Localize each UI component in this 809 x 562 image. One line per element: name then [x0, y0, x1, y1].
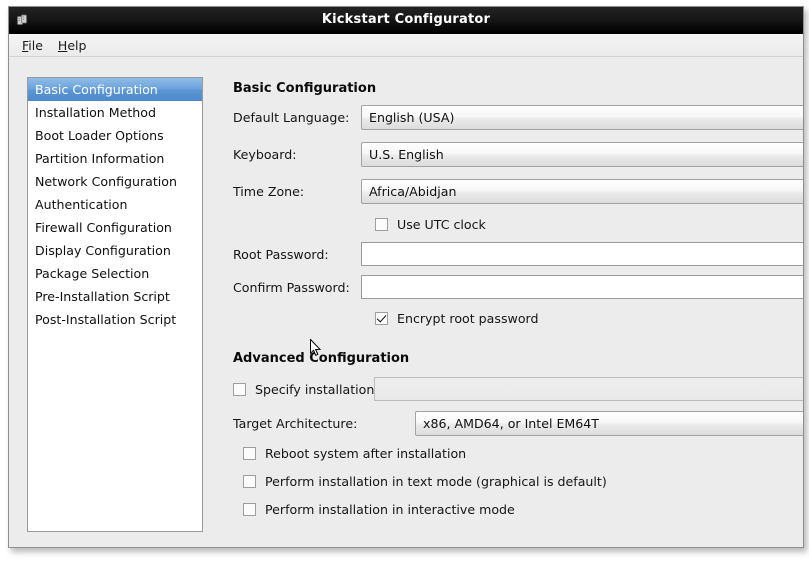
interactive-mode-installation-row: Perform installation in interactive mode	[243, 499, 515, 519]
specify-installation-key-checkbox[interactable]	[233, 382, 246, 396]
interactive-mode-installation-checkbox[interactable]	[243, 502, 256, 516]
default-language-row: Default Language: English (USA)	[215, 104, 803, 130]
sidebar-item-boot-loader-options[interactable]: Boot Loader Options	[28, 124, 202, 147]
basic-configuration-heading: Basic Configuration	[233, 81, 377, 96]
window-title: Kickstart Configurator	[321, 12, 491, 27]
sidebar-item-network-configuration[interactable]: Network Configuration	[28, 170, 202, 193]
time-zone-row: Time Zone: Africa/Abidjan	[215, 178, 803, 204]
menu-file[interactable]: File	[16, 36, 52, 55]
use-utc-clock-checkbox[interactable]	[375, 217, 388, 231]
root-password-label: Root Password:	[233, 246, 329, 262]
kickstart-configurator-window: Kickstart Configurator File Help Basic C…	[8, 6, 804, 548]
menu-help[interactable]: Help	[52, 36, 96, 55]
target-architecture-label: Target Architecture:	[233, 415, 358, 431]
interactive-mode-installation-label[interactable]: Perform installation in interactive mode	[265, 502, 515, 517]
reboot-after-installation-checkbox[interactable]	[243, 446, 256, 460]
sidebar-item-authentication[interactable]: Authentication	[28, 193, 202, 216]
target-architecture-row: Target Architecture: x86, AMD64, or Inte…	[215, 410, 803, 436]
keyboard-combobox[interactable]: U.S. English	[361, 141, 803, 167]
specify-installation-key-row: Specify installation key:	[215, 376, 803, 402]
time-zone-combobox[interactable]: Africa/Abidjan	[361, 178, 803, 204]
default-language-combobox[interactable]: English (USA)	[361, 104, 803, 130]
text-mode-installation-checkbox[interactable]	[243, 474, 256, 488]
time-zone-label: Time Zone:	[233, 183, 305, 199]
menubar: File Help	[9, 34, 803, 57]
text-mode-installation-row: Perform installation in text mode (graph…	[243, 471, 607, 491]
installation-key-input	[374, 377, 803, 401]
target-architecture-combobox[interactable]: x86, AMD64, or Intel EM64T	[415, 410, 803, 436]
sidebar-item-installation-method[interactable]: Installation Method	[28, 101, 202, 124]
confirm-password-label: Confirm Password:	[233, 279, 350, 295]
reboot-after-installation-label[interactable]: Reboot system after installation	[265, 446, 466, 461]
window-titlebar[interactable]: Kickstart Configurator	[9, 7, 803, 34]
root-password-row: Root Password:	[215, 241, 803, 267]
navigation-list[interactable]: Basic Configuration Installation Method …	[27, 77, 203, 532]
sidebar-item-post-installation-script[interactable]: Post-Installation Script	[28, 308, 202, 331]
confirm-password-row: Confirm Password:	[215, 274, 803, 300]
sidebar-item-display-configuration[interactable]: Display Configuration	[28, 239, 202, 262]
sidebar-item-pre-installation-script[interactable]: Pre-Installation Script	[28, 285, 202, 308]
advanced-configuration-heading: Advanced Configuration	[233, 351, 410, 366]
confirm-password-input[interactable]	[361, 275, 803, 299]
use-utc-clock-row: Use UTC clock	[375, 214, 486, 234]
menu-file-label-rest: ile	[28, 37, 43, 53]
window-content: Basic Configuration Installation Method …	[9, 57, 803, 547]
use-utc-clock-label[interactable]: Use UTC clock	[397, 217, 486, 232]
text-mode-installation-label[interactable]: Perform installation in text mode (graph…	[265, 474, 607, 489]
encrypt-root-password-checkbox[interactable]	[375, 311, 388, 325]
keyboard-label: Keyboard:	[233, 146, 297, 162]
reboot-after-installation-row: Reboot system after installation	[243, 443, 466, 463]
default-language-label: Default Language:	[233, 109, 350, 125]
menu-help-label-rest: elp	[67, 37, 87, 53]
root-password-input[interactable]	[361, 242, 803, 266]
encrypt-root-password-label[interactable]: Encrypt root password	[397, 311, 538, 326]
keyboard-row: Keyboard: U.S. English	[215, 141, 803, 167]
sidebar-item-package-selection[interactable]: Package Selection	[28, 262, 202, 285]
specify-installation-key-label[interactable]: Specify installation key:	[255, 382, 404, 397]
sidebar-item-basic-configuration[interactable]: Basic Configuration	[28, 78, 202, 101]
sidebar-item-firewall-configuration[interactable]: Firewall Configuration	[28, 216, 202, 239]
desktop-background: Kickstart Configurator File Help Basic C…	[0, 0, 809, 562]
sidebar-item-partition-information[interactable]: Partition Information	[28, 147, 202, 170]
encrypt-root-password-row: Encrypt root password	[375, 308, 538, 328]
basic-configuration-panel: Basic Configuration Default Language: En…	[215, 57, 803, 547]
